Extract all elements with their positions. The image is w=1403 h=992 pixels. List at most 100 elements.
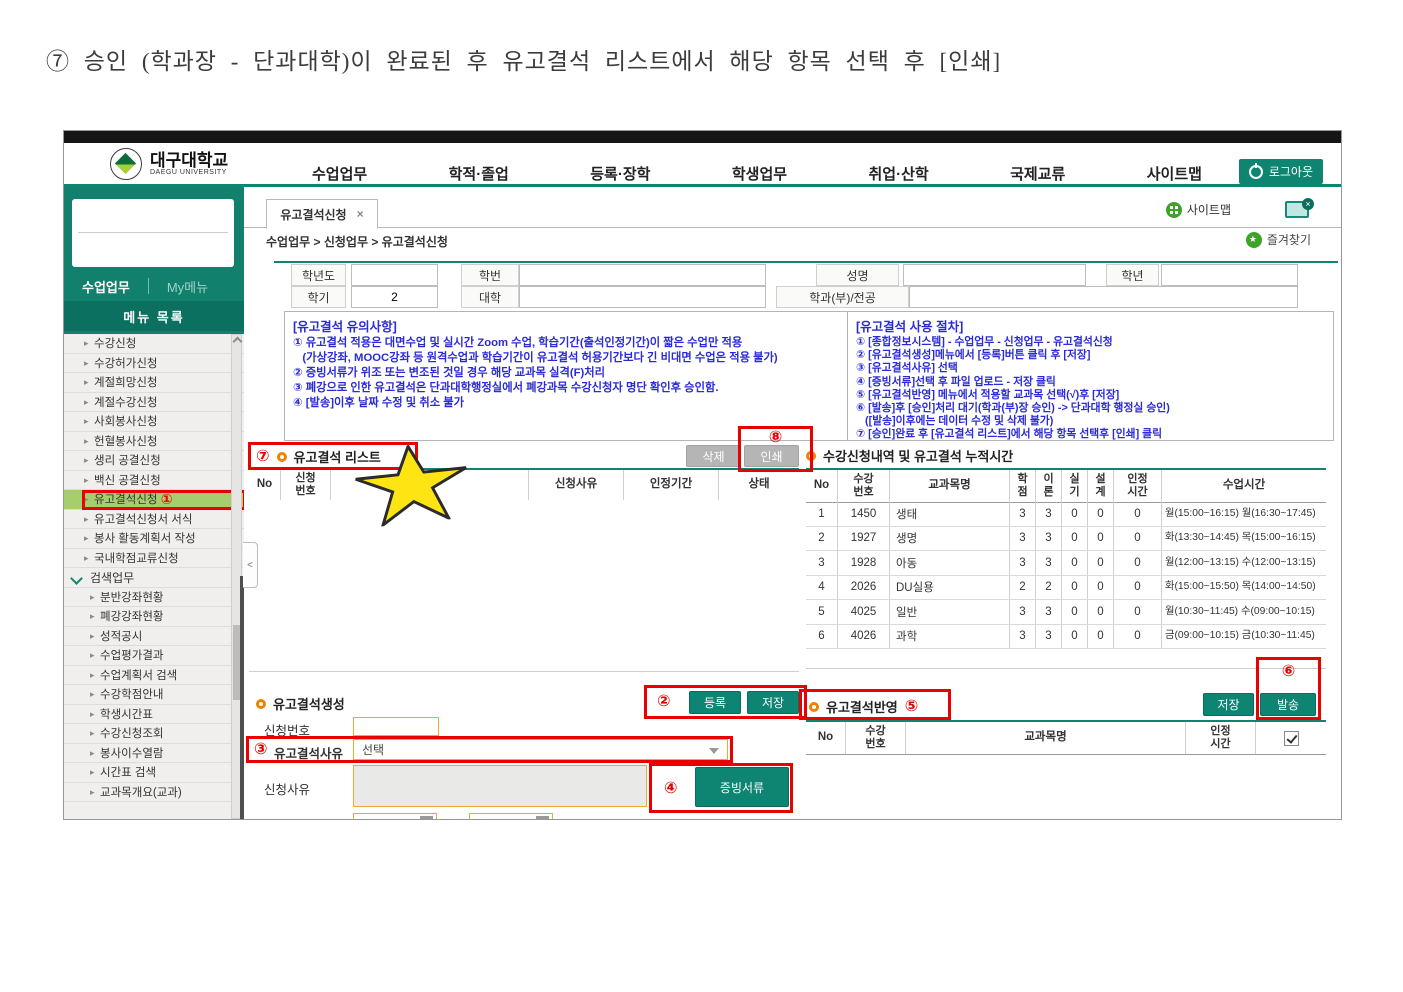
sidebar-item-absence-apply[interactable]: ▸ 유고결석신청 ① [64, 490, 244, 510]
sidebar-tab-work[interactable]: 수업업무 [82, 277, 130, 296]
sidebar-item[interactable]: ▸ 국내학점교류신청 [64, 549, 244, 569]
notice-line: ([발송]이후에는 데이터 수정 및 삭제 불가) [856, 415, 1325, 428]
semester-input[interactable] [351, 286, 438, 308]
apply-save-button[interactable]: 저장 [1203, 693, 1254, 716]
favorite-button[interactable]: 즐겨찾기 [1246, 231, 1311, 248]
nav-item[interactable]: 국제교류 [1010, 163, 1065, 184]
sidebar-tab-my[interactable]: My메뉴 [167, 277, 208, 296]
course-row[interactable]: 5 4025 일반 3 3 0 0 0 월(10:30~11:45) 수(09:… [806, 600, 1326, 625]
period-end-input[interactable] [469, 813, 553, 820]
triangle-icon: ▸ [84, 494, 89, 505]
nav-item[interactable]: 학적·졸업 [449, 163, 509, 184]
triangle-icon: ▸ [90, 689, 95, 700]
sidebar-item[interactable]: ▸ 수업평가결과 [64, 646, 244, 666]
period-start-input[interactable] [353, 813, 437, 820]
sidebar-item[interactable]: ▸ 사회봉사신청 [64, 412, 244, 432]
register-button[interactable]: 등록 [689, 691, 741, 714]
course-row[interactable]: 1 1450 생태 3 3 0 0 0 월(15:00~16:15) 월(16:… [806, 502, 1326, 527]
tab-close-icon[interactable]: × [357, 207, 364, 221]
send-button[interactable]: 발송 [1260, 693, 1316, 716]
dept-input[interactable] [909, 286, 1298, 308]
delete-button[interactable]: 삭제 [686, 445, 741, 467]
sidebar-item[interactable]: ▸ 유고결석신청서 서식 [64, 510, 244, 530]
sidebar-item[interactable]: ▸ 시간표 검색 [64, 763, 244, 783]
content-area: < 유고결석신청 × 사이트맵 수업업무 > 신청업무 > 유고결석신청 즐겨찾… [244, 187, 1341, 819]
sidebar-item-clipped[interactable] [64, 802, 244, 819]
sidebar-item[interactable]: ▸ 생리 공결신청 [64, 451, 244, 471]
sidebar-item[interactable]: ▸ 수강신청조회 [64, 724, 244, 744]
sidebar-item[interactable]: ▸ 학생시간표 [64, 705, 244, 725]
studentid-input[interactable] [519, 264, 766, 286]
sidebar-item[interactable]: ▸ 성적공시 [64, 627, 244, 647]
logout-button[interactable]: 로그아웃 [1239, 159, 1323, 184]
notice-line: ② [유고결석생성]메뉴에서 [등록]버튼 클릭 후 [저장] [856, 349, 1325, 362]
annotation-6: ⑥ [1259, 664, 1318, 680]
sidebar-item[interactable]: ▸ 폐강강좌현황 [64, 607, 244, 627]
close-all-tabs-icon[interactable] [1285, 201, 1309, 223]
main-nav: 수업업무 학적·졸업 등록·장학 학생업무 취업·산학 국제교류 사이트맵 [312, 163, 1202, 184]
apply-no-label: 신청번호 [264, 720, 310, 739]
sidebar-item[interactable]: ▸ 계절희망신청 [64, 373, 244, 393]
sidebar-menu-top-group: ▸ 수강신청 ▸ 수강허가신청 ▸ 계절희망신청 [64, 334, 244, 490]
reason-select-label: 유고결석사유 [274, 743, 343, 762]
sidebar-item[interactable]: ▸ 수업계획서 검색 [64, 666, 244, 686]
studentid-label: 학번 [461, 264, 519, 286]
evidence-button[interactable]: 증빙서류 [695, 767, 789, 807]
sidebar-item[interactable]: ▸ 봉사이수열람 [64, 744, 244, 764]
notice-left: [유고결석 유의사항] ① 유고결석 적용은 대면수업 및 실시간 Zoom 수… [285, 312, 847, 440]
sidebar-collapse-handle[interactable]: < [243, 542, 258, 588]
print-button[interactable]: 인쇄 [744, 445, 799, 467]
year-input[interactable] [351, 264, 438, 286]
sidebar-menu-mid-group: ▸ 유고결석신청서 서식 ▸ 봉사 활동계획서 작성 ▸ 국내학점교류신청 [64, 510, 244, 569]
absence-apply-title-row: 유고결석반영 ⑤ [809, 697, 918, 716]
triangle-icon: ▸ [84, 455, 89, 466]
tab-absence-apply[interactable]: 유고결석신청 × [266, 199, 378, 229]
notice-line: ③ 폐강으로 인한 유고결석은 단과대학행정실에서 폐강과목 수강신청자 명단 … [293, 381, 839, 396]
nav-item[interactable]: 사이트맵 [1147, 163, 1202, 184]
sidebar-item[interactable]: ▸ 분반강좌현황 [64, 588, 244, 608]
name-input[interactable] [903, 264, 1086, 286]
nav-item[interactable]: 수업업무 [312, 163, 367, 184]
grade-label: 학년 [1106, 264, 1159, 286]
reason-select[interactable]: 선택 [353, 739, 728, 760]
course-row[interactable]: 4 2026 DU실용 2 2 0 0 0 화(15:00~15:50) 목(1… [806, 576, 1326, 601]
sidebar-item[interactable]: ▸ 계절수강신청 [64, 393, 244, 413]
sidebar-item[interactable]: ▸ 수강신청 [64, 334, 244, 354]
name-label: 성명 [816, 264, 899, 286]
sidebar-user-card [72, 199, 234, 267]
triangle-icon: ▸ [84, 553, 89, 564]
scrollbar-thumb[interactable] [233, 625, 240, 700]
apply-reason-textarea[interactable] [353, 765, 647, 807]
favorite-star-icon [1246, 232, 1262, 248]
scroll-up-icon[interactable] [233, 337, 243, 347]
section-bullet-icon [809, 702, 819, 712]
university-name: 대구대학교 [150, 152, 228, 169]
sidebar-group-search[interactable]: 검색업무 [64, 568, 244, 588]
annotation-5: ⑤ [905, 699, 919, 715]
sitemap-shortcut[interactable]: 사이트맵 [1166, 201, 1231, 218]
form-top-divider [274, 261, 1338, 263]
college-input[interactable] [519, 286, 766, 308]
sidebar-item[interactable]: ▸ 봉사 활동계획서 작성 [64, 529, 244, 549]
section-bullet-icon [806, 451, 816, 461]
breadcrumb: 수업업무 > 신청업무 > 유고결석신청 [266, 233, 448, 250]
notice-line: ⑤ [유고결석반영] 메뉴에서 적용할 교과목 선택(√)후 [저장] [856, 389, 1325, 402]
create-save-button[interactable]: 저장 [747, 691, 799, 714]
course-row[interactable]: 6 4026 과학 3 3 0 0 0 금(09:00~10:15) 금(10:… [806, 625, 1326, 650]
nav-item[interactable]: 등록·장학 [590, 163, 650, 184]
nav-item[interactable]: 학생업무 [732, 163, 787, 184]
grade-input[interactable] [1161, 264, 1298, 286]
sidebar-item[interactable]: ▸ 수강학점안내 [64, 685, 244, 705]
sidebar-item[interactable]: ▸ 수강허가신청 [64, 354, 244, 374]
nav-item[interactable]: 취업·산학 [869, 163, 929, 184]
triangle-icon: ▸ [84, 514, 89, 525]
apply-no-input[interactable] [353, 717, 439, 736]
sidebar-item[interactable]: ▸ 백신 공결신청 [64, 471, 244, 491]
triangle-icon: ▸ [90, 592, 95, 603]
sidebar-item[interactable]: ▸ 교과목개요(교과) [64, 783, 244, 803]
select-all-checkbox[interactable] [1284, 731, 1299, 746]
course-row[interactable]: 3 1928 아동 3 3 0 0 0 월(12:00~13:15) 수(12:… [806, 551, 1326, 576]
sitemap-icon [1166, 202, 1182, 218]
sidebar-item[interactable]: ▸ 헌혈봉사신청 [64, 432, 244, 452]
course-row[interactable]: 2 1927 생명 3 3 0 0 0 화(13:30~14:45) 목(15:… [806, 527, 1326, 552]
